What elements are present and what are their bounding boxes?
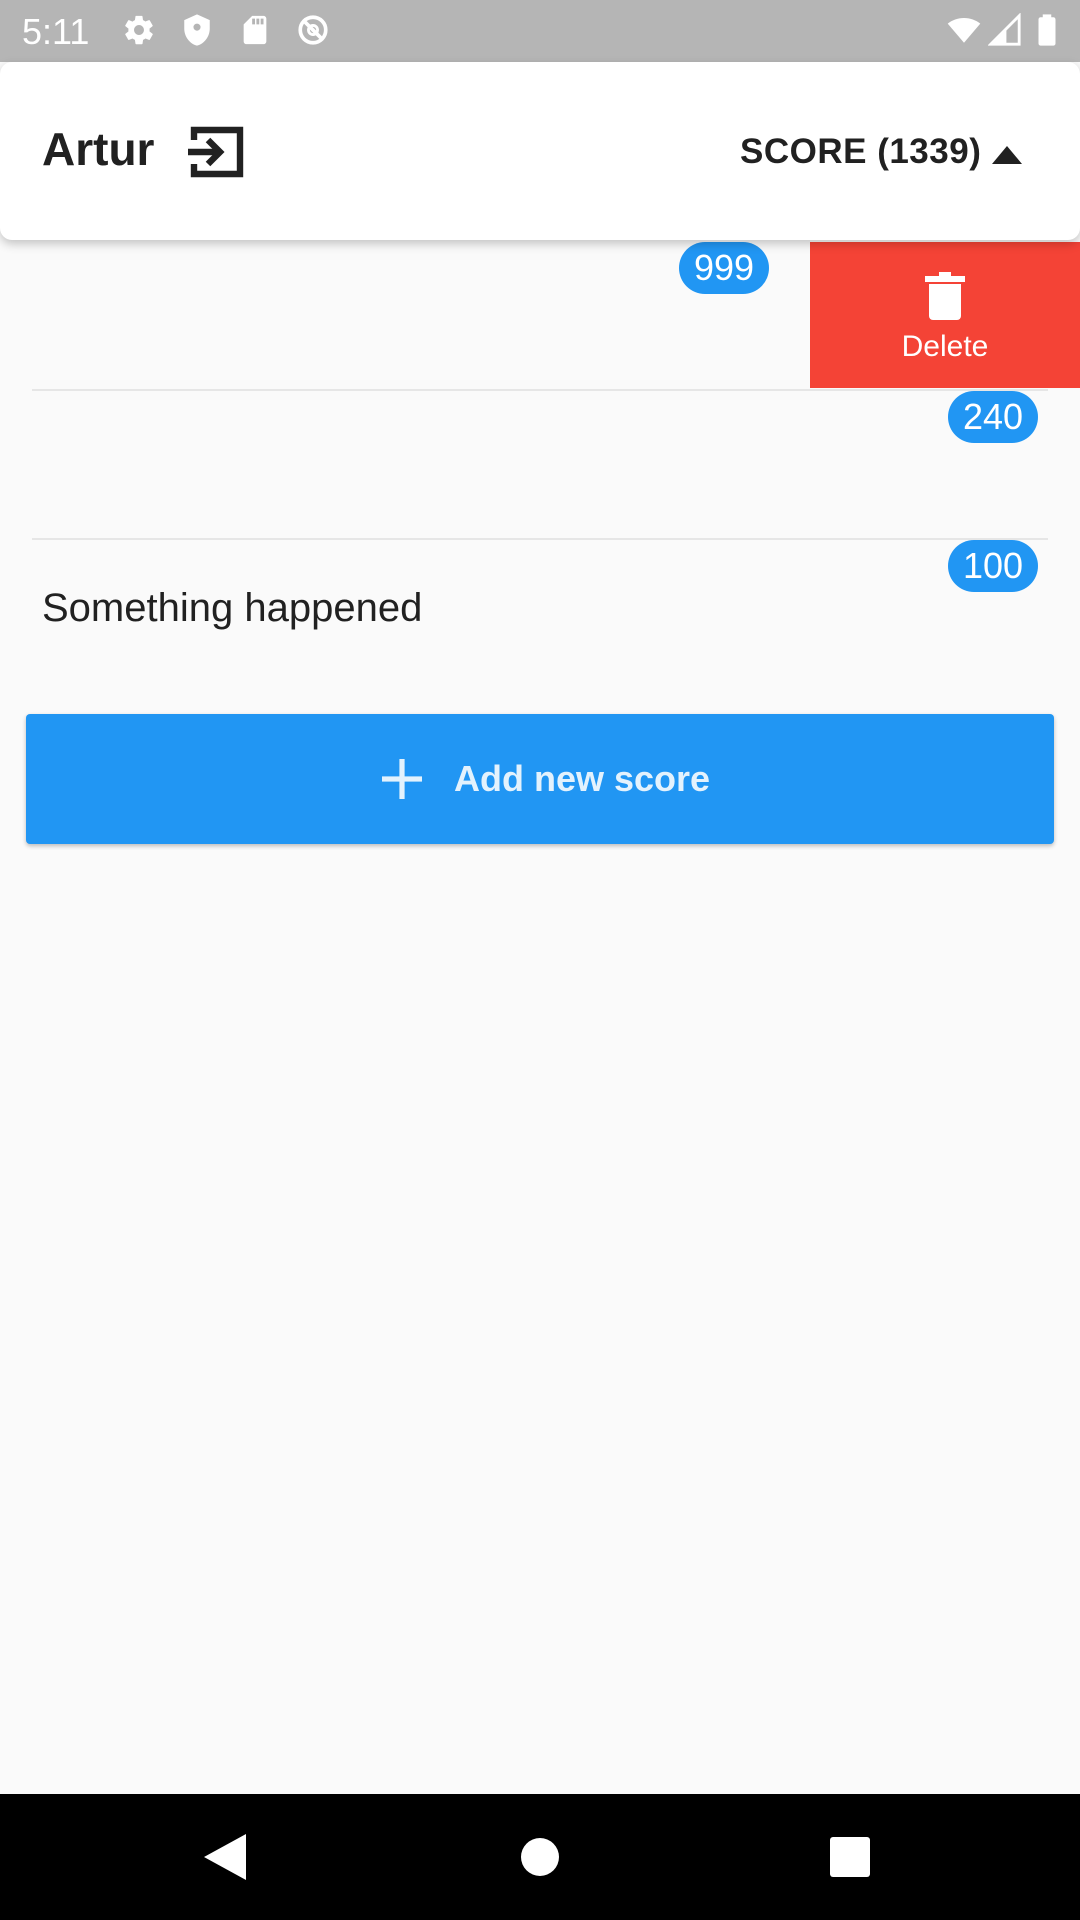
recents-icon <box>830 1837 870 1877</box>
home-icon <box>521 1838 559 1876</box>
shield-icon <box>180 13 214 47</box>
wifi-icon <box>944 13 984 47</box>
score-row-label: Something happened <box>42 586 423 630</box>
sd-card-icon <box>238 13 272 47</box>
score-badge: 240 <box>948 391 1038 443</box>
score-row[interactable]: Something happened 100 <box>0 540 1080 688</box>
status-bar: 5:11 <box>0 0 1080 62</box>
gear-icon <box>122 13 156 47</box>
app-header: Artur SCORE (1339) <box>0 62 1080 240</box>
delete-button[interactable]: Delete <box>810 242 1080 388</box>
user-name: Artur <box>42 123 155 175</box>
score-sort-toggle[interactable]: SCORE (1339) <box>730 116 1030 186</box>
home-button[interactable] <box>520 1837 560 1877</box>
trash-icon <box>925 272 965 320</box>
add-score-label: Add new score <box>454 758 711 799</box>
total-score-label: SCORE (1339) <box>740 132 982 171</box>
logout-button[interactable] <box>186 124 246 180</box>
back-icon <box>204 1834 246 1880</box>
status-time: 5:11 <box>22 11 90 52</box>
caret-up-icon <box>992 146 1022 164</box>
recents-button[interactable] <box>830 1837 870 1877</box>
cell-signal-icon <box>988 13 1022 47</box>
battery-icon <box>1032 13 1062 47</box>
score-badge: 100 <box>948 540 1038 592</box>
score-badge: 999 <box>679 242 769 294</box>
score-row[interactable]: 240 <box>0 391 1080 539</box>
delete-label: Delete <box>901 330 989 363</box>
logout-icon <box>188 126 244 178</box>
add-score-button[interactable]: Add new score <box>26 714 1054 844</box>
do-not-disturb-icon <box>296 13 330 47</box>
plus-icon <box>382 759 422 799</box>
back-button[interactable] <box>204 1834 246 1880</box>
system-nav-bar <box>0 1794 1080 1920</box>
